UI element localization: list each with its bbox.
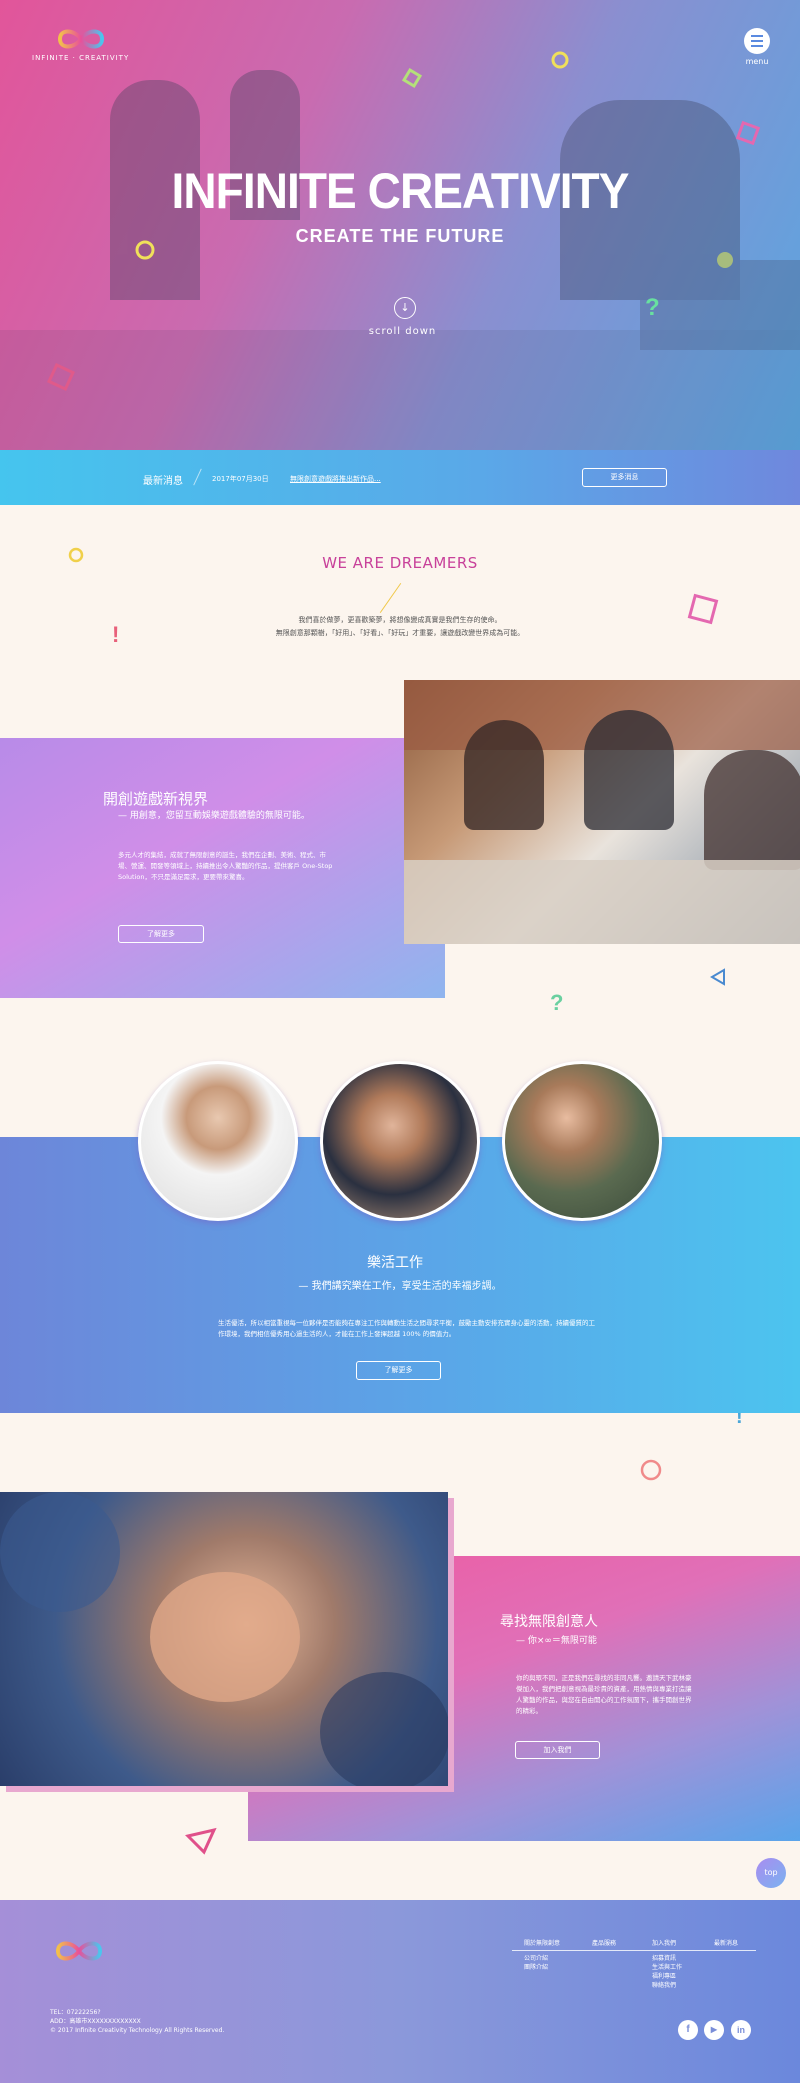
footer-link-company[interactable]: 公司介紹 <box>524 1954 548 1963</box>
menu-label: menu <box>745 57 769 66</box>
infinity-logo-icon <box>57 29 104 49</box>
facebook-icon[interactable]: f <box>678 2020 698 2040</box>
section-join-us-body: 你的與眾不同，正是我們在尋找的非同凡響。邀請天下武林豪傑加入，我們把創意視為最珍… <box>516 1674 692 1715</box>
hero-decorations: ? <box>47 51 761 391</box>
footer-nav-join[interactable]: 加入我們 <box>652 1938 676 1947</box>
svg-text:!: ! <box>112 622 119 647</box>
new-vision-learn-more-button[interactable]: 了解更多 <box>118 925 204 943</box>
footer-copyright: © 2017 Infinite Creativity Technology Al… <box>50 2027 225 2034</box>
section-new-vision-title: 開創遊戲新視界 <box>103 790 209 808</box>
menu-button[interactable] <box>744 28 770 54</box>
footer-join-links: 招募資訊 生活與工作 福利專區 聯絡我們 <box>652 1954 682 1990</box>
linkedin-icon[interactable]: in <box>731 2020 751 2040</box>
footer-nav-news[interactable]: 最新消息 <box>714 1938 738 1947</box>
avatar-woman-smiling <box>138 1061 298 1221</box>
news-date: 2017年07月30日 <box>212 475 269 483</box>
section-join-us-subtitle: — 你×∞＝無限可能 <box>516 1636 597 1646</box>
footer-link-team[interactable]: 團隊介紹 <box>524 1963 548 1972</box>
section-join-us-title: 尋找無限創意人 <box>500 1614 598 1630</box>
team-meeting-photo <box>404 680 800 944</box>
footer-link-life-work[interactable]: 生活與工作 <box>652 1963 682 1972</box>
footer-infinity-logo-icon[interactable] <box>52 1938 106 1964</box>
scroll-down-label[interactable]: scroll down <box>0 326 800 337</box>
more-news-button[interactable]: 更多消息 <box>582 468 667 487</box>
news-bar: 最新消息 2017年07月30日 無限創意遊戲將推出新作品... 更多消息 <box>0 450 800 505</box>
svg-text:?: ? <box>550 990 563 1015</box>
news-label: 最新消息 <box>143 476 183 487</box>
hero-title: INFINITE CREATIVITY <box>171 163 629 219</box>
section-work-life-body: 生活優活，所以相當重視每一位夥伴是否能夠在專注工作與轉動生活之間尋求平衡，鼓勵主… <box>218 1319 595 1338</box>
footer-contact-info: TEL：07222256? ADD：高雄市XXXXXXXXXXXXX © 201… <box>50 2008 224 2035</box>
work-life-learn-more-button[interactable]: 了解更多 <box>356 1361 441 1380</box>
logo[interactable]: INFINITE · CREATIVITY <box>32 26 129 62</box>
footer <box>0 1900 800 2083</box>
section-work-life-subtitle: — 我們講究樂在工作，享受生活的幸福步調。 <box>298 1281 502 1292</box>
join-us-button[interactable]: 加入我們 <box>515 1741 600 1759</box>
footer-address: ADD：高雄市XXXXXXXXXXXXX <box>50 2018 141 2025</box>
news-divider <box>193 468 202 486</box>
footer-nav-services[interactable]: 產品服務 <box>592 1938 616 1947</box>
section-new-vision-body: 多元人才的集結，成就了無限創意的誕生，我們在企劃、美術、程式、市場、營運、開發等… <box>118 851 333 881</box>
footer-link-benefits[interactable]: 福利專區 <box>652 1972 682 1981</box>
scroll-down-icon[interactable]: ↓ <box>394 297 416 319</box>
hero-banner: ? INFINITE · CREATIVITY menu INFINITE CR… <box>0 0 800 450</box>
footer-link-contact[interactable]: 聯絡我們 <box>652 1981 682 1990</box>
news-headline-link[interactable]: 無限創意遊戲將推出新作品... <box>290 474 381 484</box>
svg-text:?: ? <box>645 294 660 321</box>
team-hands-together-photo <box>0 1492 448 1786</box>
youtube-icon[interactable]: ▶ <box>704 2020 724 2040</box>
footer-about-links: 公司介紹 團隊介紹 <box>524 1954 548 1972</box>
avatar-woman-headphones <box>502 1061 662 1221</box>
avatar-man-glasses <box>320 1061 480 1221</box>
logo-text: INFINITE · CREATIVITY <box>32 54 130 62</box>
hero-subtitle: CREATE THE FUTURE <box>295 226 505 246</box>
footer-nav-divider <box>512 1950 756 1951</box>
footer-tel: TEL：07222256? <box>50 2009 101 2016</box>
section-work-life-title: 樂活工作 <box>367 1255 423 1271</box>
section-new-vision-subtitle: — 用創意，您留互動娛樂遊戲體驗的無限可能。 <box>118 811 310 821</box>
footer-nav-about[interactable]: 關於無限創意 <box>524 1938 560 1947</box>
back-to-top-button[interactable]: top <box>756 1858 786 1888</box>
footer-link-recruit[interactable]: 招募資訊 <box>652 1954 682 1963</box>
